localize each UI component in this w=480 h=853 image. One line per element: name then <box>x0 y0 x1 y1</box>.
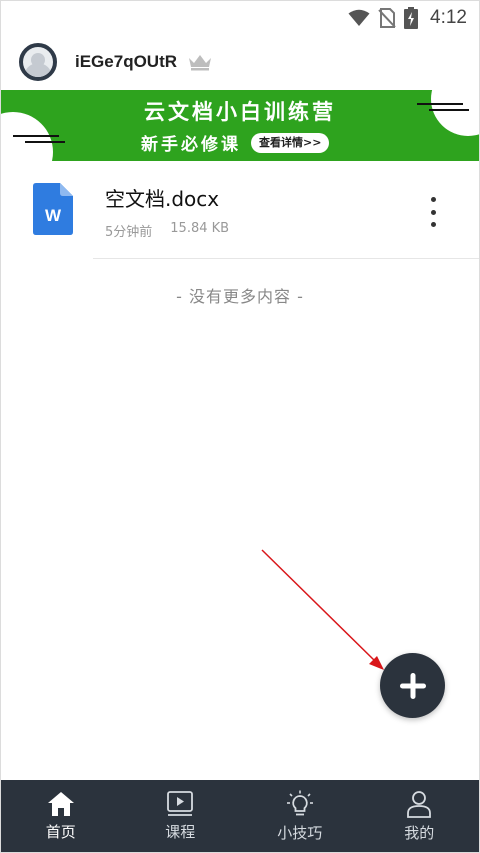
lightbulb-icon <box>286 790 313 815</box>
status-bar: 4:12 <box>1 1 479 35</box>
banner-subtitle-row: 新手必修课 查看详情>> <box>141 130 330 155</box>
home-icon <box>47 791 74 816</box>
list-end-text: - 没有更多内容 - <box>176 287 304 306</box>
app-screen: 4:12 iEGe7qOUtR 云文档小白训练营 新手必修课 查看详情>> W … <box>0 0 480 853</box>
nav-label: 小技巧 <box>277 823 323 842</box>
add-file-button[interactable] <box>380 653 445 718</box>
file-name: 空文档.docx <box>105 187 220 211</box>
file-size: 15.84 KB <box>170 221 230 236</box>
word-doc-icon: W <box>33 183 73 235</box>
video-play-icon <box>167 790 194 816</box>
nav-label: 课程 <box>165 822 196 841</box>
file-list-item[interactable]: W 空文档.docx 5分钟前 15.84 KB <box>1 161 479 259</box>
bottom-navigation: 首页 课程 小技巧 我的 <box>1 780 479 852</box>
banner-decoration <box>25 141 65 143</box>
status-time: 4:12 <box>430 7 467 28</box>
plus-icon <box>399 672 426 699</box>
battery-charging-icon <box>404 7 419 29</box>
promo-banner[interactable]: 云文档小白训练营 新手必修课 查看详情>> <box>1 90 479 161</box>
file-meta: 5分钟前 15.84 KB <box>105 221 229 240</box>
no-sim-icon <box>378 8 396 28</box>
nav-label: 我的 <box>404 823 435 842</box>
user-icon <box>407 790 432 818</box>
file-modified-time: 5分钟前 <box>105 225 153 240</box>
avatar[interactable] <box>19 43 57 81</box>
nav-item-home[interactable]: 首页 <box>1 780 121 852</box>
nav-item-me[interactable]: 我的 <box>360 780 480 852</box>
banner-decoration <box>13 135 59 137</box>
avatar-placeholder-icon <box>23 47 53 77</box>
wifi-icon <box>348 9 370 26</box>
divider <box>93 258 479 259</box>
nav-label: 首页 <box>45 822 76 841</box>
user-header: iEGe7qOUtR <box>1 35 479 89</box>
nav-item-courses[interactable]: 课程 <box>121 780 241 852</box>
more-options-icon[interactable] <box>425 197 441 227</box>
banner-details-button[interactable]: 查看详情>> <box>251 132 330 153</box>
vip-crown-icon[interactable] <box>187 53 213 71</box>
svg-text:W: W <box>45 206 62 225</box>
banner-subtitle: 新手必修课 <box>141 135 241 155</box>
nav-item-tips[interactable]: 小技巧 <box>240 780 360 852</box>
username[interactable]: iEGe7qOUtR <box>75 52 177 72</box>
banner-title: 云文档小白训练营 <box>144 100 336 124</box>
